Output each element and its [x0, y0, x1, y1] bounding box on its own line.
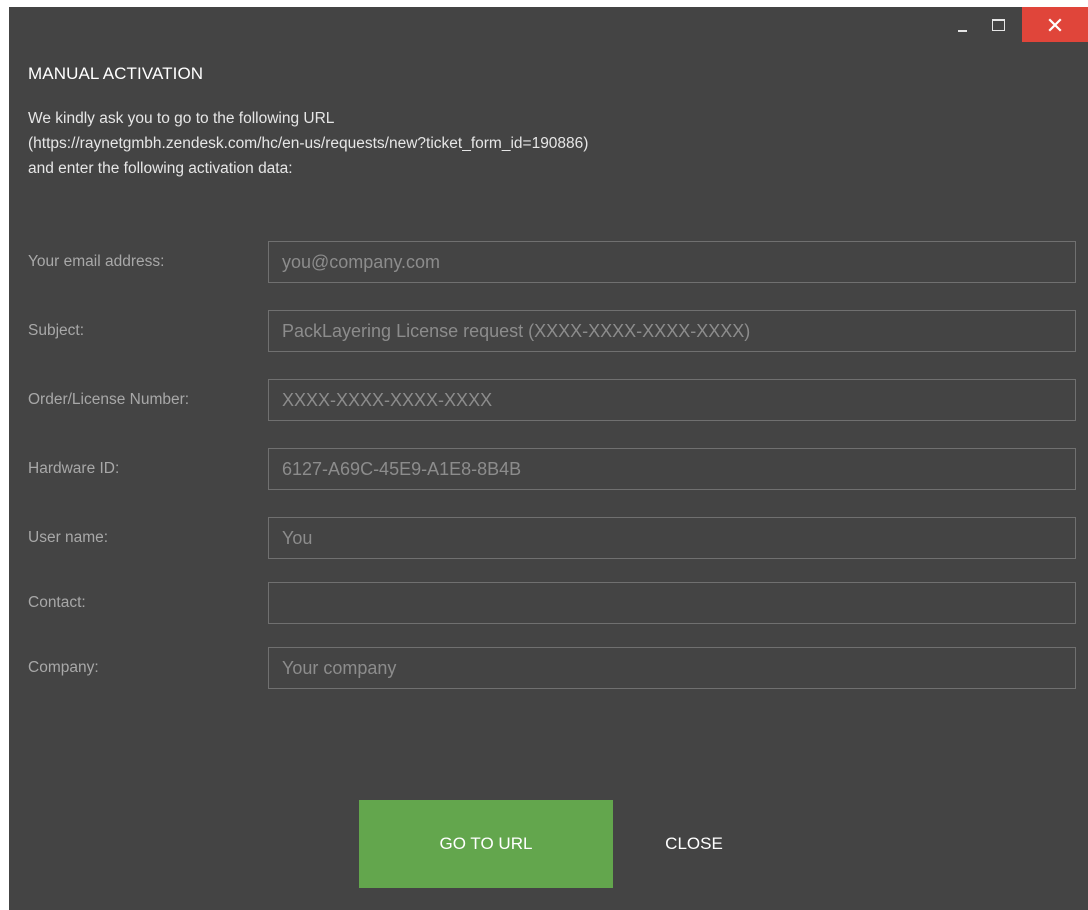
- subject-row: Subject:: [9, 310, 1088, 352]
- company-label: Company:: [28, 659, 99, 676]
- intro-line: and enter the following activation data:: [28, 160, 293, 177]
- email-field[interactable]: [268, 241, 1076, 283]
- minimize-button[interactable]: [944, 7, 980, 42]
- email-row: Your email address:: [9, 241, 1088, 283]
- minimize-icon: [957, 29, 967, 32]
- hardware-id-label: Hardware ID:: [28, 460, 120, 477]
- close-icon: [1048, 17, 1062, 32]
- window-close-button[interactable]: [1022, 7, 1088, 42]
- activation-url: (https://raynetgmbh.zendesk.com/hc/en-us…: [28, 135, 589, 152]
- user-name-label: User name:: [28, 529, 109, 546]
- company-row: Company:: [9, 647, 1088, 689]
- user-name-field[interactable]: [268, 517, 1076, 559]
- hardware-id-row: Hardware ID:: [9, 448, 1088, 490]
- intro-line: We kindly ask you to go to the following…: [28, 110, 335, 127]
- contact-row: Contact:: [9, 582, 1088, 624]
- maximize-icon: [991, 18, 1005, 31]
- license-number-row: Order/License Number:: [9, 379, 1088, 421]
- maximize-button[interactable]: [980, 7, 1016, 42]
- subject-label: Subject:: [28, 322, 85, 339]
- dialog-title: MANUAL ACTIVATION: [28, 64, 204, 83]
- subject-field[interactable]: [268, 310, 1076, 352]
- license-number-field[interactable]: [268, 379, 1076, 421]
- close-button[interactable]: CLOSE: [639, 800, 749, 888]
- user-name-row: User name:: [9, 517, 1088, 559]
- go-to-url-button[interactable]: GO TO URL: [359, 800, 613, 888]
- manual-activation-dialog: MANUAL ACTIVATION We kindly ask you to g…: [9, 7, 1088, 910]
- email-label: Your email address:: [28, 253, 165, 270]
- contact-field[interactable]: [268, 582, 1076, 624]
- intro-text: We kindly ask you to go to the following…: [28, 106, 1028, 181]
- window-controls: [944, 7, 1088, 42]
- hardware-id-field[interactable]: [268, 448, 1076, 490]
- contact-label: Contact:: [28, 594, 86, 611]
- company-field[interactable]: [268, 647, 1076, 689]
- license-number-label: Order/License Number:: [28, 391, 190, 408]
